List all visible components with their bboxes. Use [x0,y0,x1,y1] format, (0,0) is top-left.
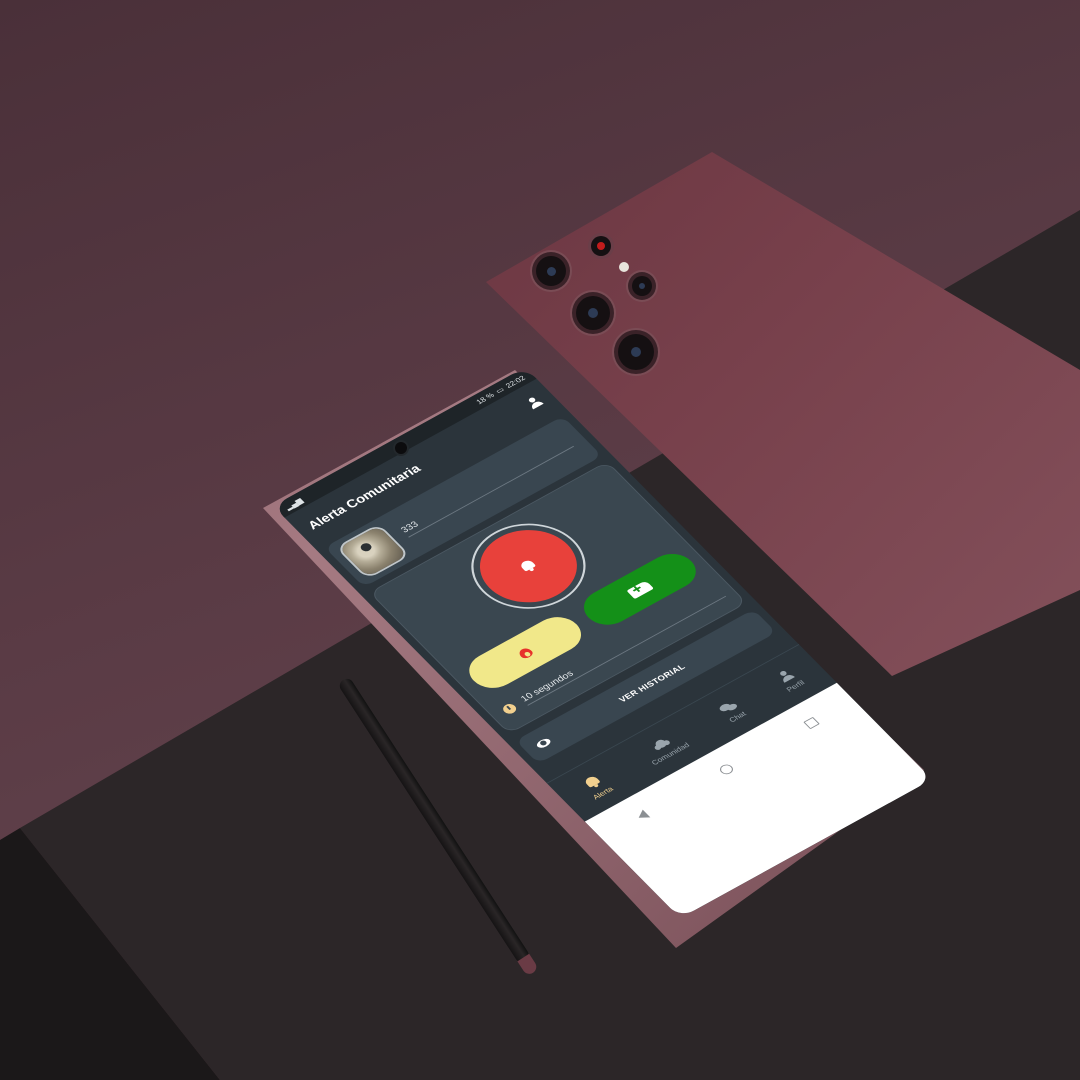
battery-icon: ▭ [493,385,506,395]
camera-lens-icon [536,256,566,286]
flash-icon [619,262,629,272]
camera-lens-icon [576,296,610,330]
avatar-camera-dot [358,541,374,553]
bell-icon [516,557,540,575]
panic-alert-button[interactable] [460,515,597,617]
nav-item-perfil[interactable]: Perfil [773,667,806,694]
recents-icon[interactable] [802,716,820,729]
laser-sensor-icon [591,236,611,256]
clock-icon [500,702,519,716]
nav-item-chat[interactable]: Chat [717,699,747,724]
camera-lens-icon [618,334,654,370]
avatar[interactable] [338,525,408,578]
fire-icon [514,644,536,661]
home-icon[interactable] [717,762,736,777]
back-icon[interactable] [634,809,651,822]
profile-icon[interactable] [524,395,545,411]
nav-item-comunidad[interactable]: Comunidad [639,731,691,766]
front-camera-icon [395,442,407,454]
camera-lens-icon [632,276,652,296]
ambulance-icon [626,579,654,599]
nav-item-alerta[interactable]: Alerta [578,772,615,801]
